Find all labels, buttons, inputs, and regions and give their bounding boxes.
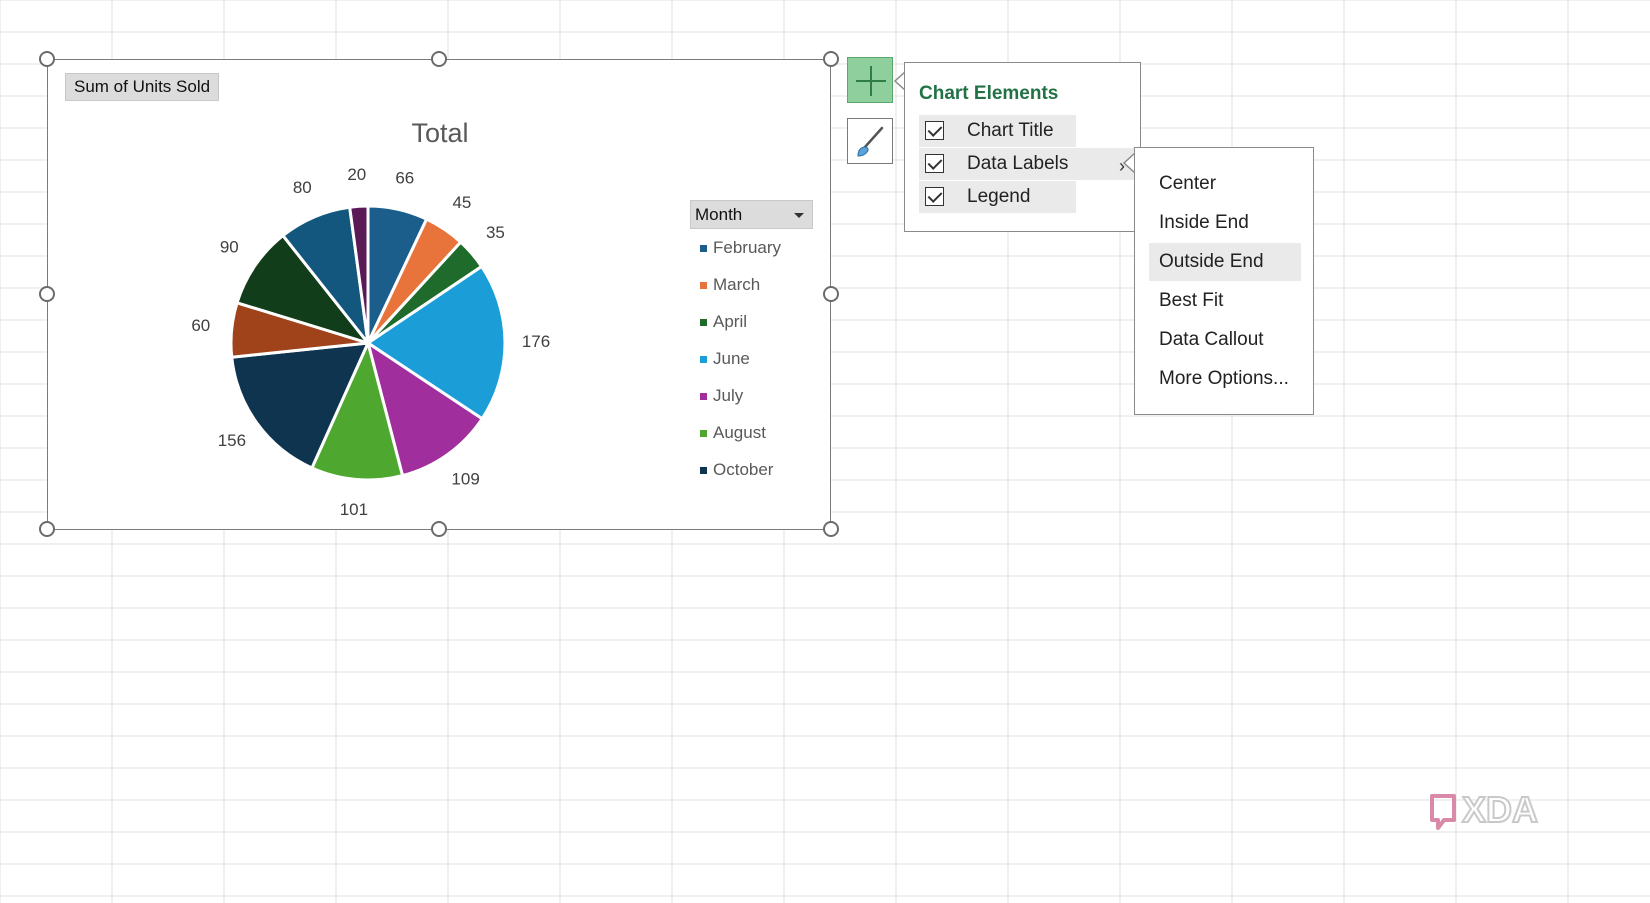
legend-label: March (713, 275, 761, 294)
plus-icon (856, 66, 886, 96)
data-label[interactable]: 80 (293, 178, 312, 197)
legend-option[interactable]: Legend (919, 181, 1076, 213)
menu-item-center[interactable]: Center (1149, 165, 1301, 203)
chart-styles-button[interactable] (847, 118, 893, 164)
legend-label: August (713, 423, 766, 442)
legend-label: October (713, 460, 774, 479)
chart-title-option-label: Chart Title (967, 120, 1054, 141)
legend-option-label: Legend (967, 186, 1031, 207)
data-label[interactable]: 176 (522, 332, 550, 351)
data-label[interactable]: 45 (452, 193, 471, 212)
resize-handle-bottom-right[interactable] (823, 521, 839, 537)
legend-swatch (700, 393, 707, 400)
pivot-field-button[interactable]: Sum of Units Sold (65, 73, 220, 101)
resize-handle-top-left[interactable] (39, 51, 55, 67)
chart-elements-button[interactable] (847, 57, 893, 103)
chart-elements-title: Chart Elements (919, 83, 1059, 104)
legend-label: June (713, 349, 750, 368)
legend-swatch (700, 282, 707, 289)
menu-item-best-fit[interactable]: Best Fit (1149, 282, 1301, 320)
legend-swatch (700, 245, 707, 252)
data-labels-option[interactable]: Data Labels › (919, 148, 1137, 180)
data-labels-option-label: Data Labels (967, 153, 1069, 174)
menu-item-inside-end[interactable]: Inside End (1149, 204, 1301, 242)
data-label[interactable]: 20 (347, 165, 366, 184)
resize-handle-top-right[interactable] (823, 51, 839, 67)
data-label[interactable]: 101 (340, 500, 368, 519)
data-labels-checkbox[interactable] (925, 154, 944, 173)
pie-chart[interactable]: 66 45 35 176 109 101 156 60 90 80 20 (180, 165, 580, 519)
dropdown-arrow-icon (794, 213, 804, 218)
data-label[interactable]: 156 (218, 431, 246, 450)
xda-logo: XDA (1430, 788, 1539, 831)
menu-item-more-options[interactable]: More Options... (1149, 360, 1301, 398)
resize-handle-top[interactable] (431, 51, 447, 67)
chart-title-checkbox[interactable] (925, 121, 944, 140)
legend-swatch (700, 430, 707, 437)
legend-swatch (700, 319, 707, 326)
data-label[interactable]: 90 (220, 238, 239, 257)
data-label[interactable]: 35 (486, 223, 505, 242)
legend-label: July (713, 386, 744, 405)
paintbrush-icon (857, 126, 884, 157)
chart-title[interactable]: Total (340, 118, 540, 149)
resize-handle-left[interactable] (39, 286, 55, 302)
legend-label: February (713, 238, 782, 257)
legend-swatch (700, 356, 707, 363)
resize-handle-bottom[interactable] (431, 521, 447, 537)
data-label[interactable]: 109 (451, 469, 479, 488)
data-labels-submenu: Center Inside End Outside End Best Fit D… (1134, 147, 1314, 415)
month-filter-label: Month (695, 205, 743, 224)
legend-swatch (700, 467, 707, 474)
xda-logo-text: XDA (1462, 789, 1538, 830)
data-label[interactable]: 66 (395, 169, 414, 188)
menu-item-data-callout[interactable]: Data Callout (1149, 321, 1301, 359)
month-filter-button[interactable]: Month (690, 200, 813, 229)
resize-handle-bottom-left[interactable] (39, 521, 55, 537)
chart-title-option[interactable]: Chart Title (919, 115, 1076, 147)
legend-label: April (713, 312, 748, 331)
menu-item-outside-end[interactable]: Outside End (1149, 243, 1301, 281)
chart-elements-panel: Chart Elements Chart Title Data Labels ›… (904, 62, 1141, 232)
legend-checkbox[interactable] (925, 187, 944, 206)
data-label[interactable]: 60 (191, 316, 210, 335)
resize-handle-right[interactable] (823, 286, 839, 302)
